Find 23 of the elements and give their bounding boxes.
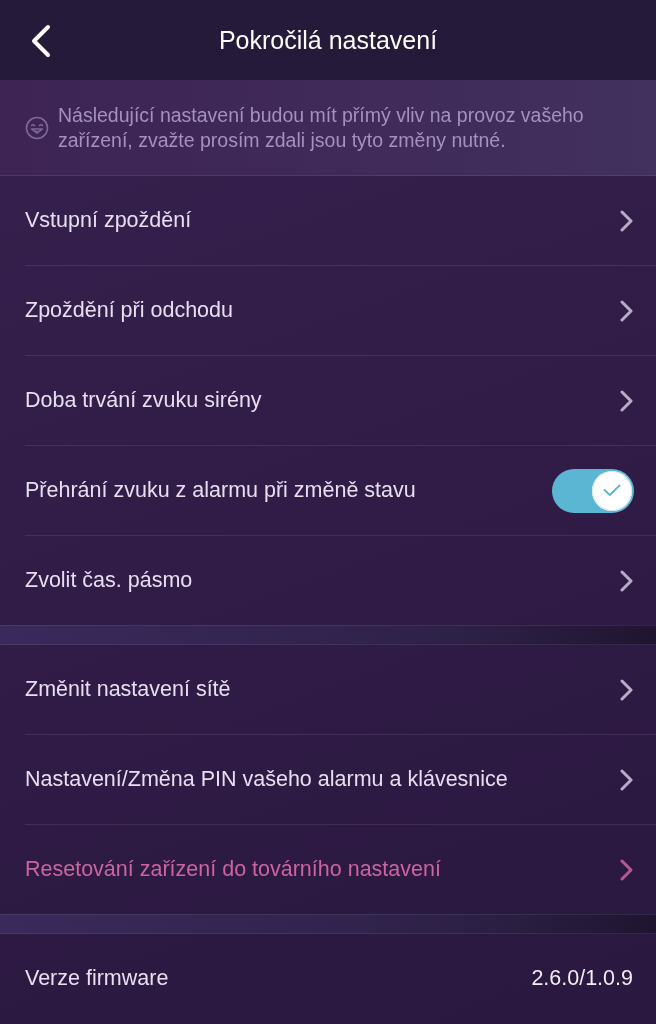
settings-row[interactable]: Nastavení/Změna PIN vašeho alarmu a klávesnice xyxy=(0,735,656,824)
back-chevron-icon xyxy=(30,24,52,58)
toggle-switch[interactable] xyxy=(552,468,634,513)
smiley-icon xyxy=(25,115,49,140)
row-label: Verze firmware xyxy=(25,966,169,991)
chevron-right-icon xyxy=(620,678,634,701)
firmware-version: 2.6.0/1.0.9 xyxy=(531,966,633,991)
settings-row[interactable]: Změnit nastavení sítě xyxy=(0,645,656,734)
chevron-right-icon xyxy=(620,209,634,232)
chevron-right-icon xyxy=(620,299,634,322)
page-title: Pokročilá nastavení xyxy=(218,25,438,55)
reset-row[interactable]: Resetování zařízení do továrního nastavení xyxy=(0,825,656,914)
chevron-right-icon xyxy=(620,858,634,881)
chevron-right-icon xyxy=(620,569,634,592)
check-icon xyxy=(603,484,621,497)
chevron-right-icon xyxy=(620,389,634,412)
row-label: Přehrání zvuku z alarmu při změně stavu xyxy=(25,478,416,503)
notice-text: Následující nastavení budou mít přímý vliv na provoz vašeho zařízení, zvažte prosím zdali jsou tyto změny nutné. xyxy=(58,102,585,153)
settings-row[interactable]: Doba trvání zvuku sirény xyxy=(0,356,656,445)
settings-row[interactable]: Vstupní zpoždění xyxy=(0,176,656,265)
settings-row[interactable]: Zpoždění při odchodu xyxy=(0,266,656,355)
chevron-right-icon xyxy=(620,768,634,791)
settings-row[interactable]: Zvolit čas. pásmo xyxy=(0,536,656,625)
